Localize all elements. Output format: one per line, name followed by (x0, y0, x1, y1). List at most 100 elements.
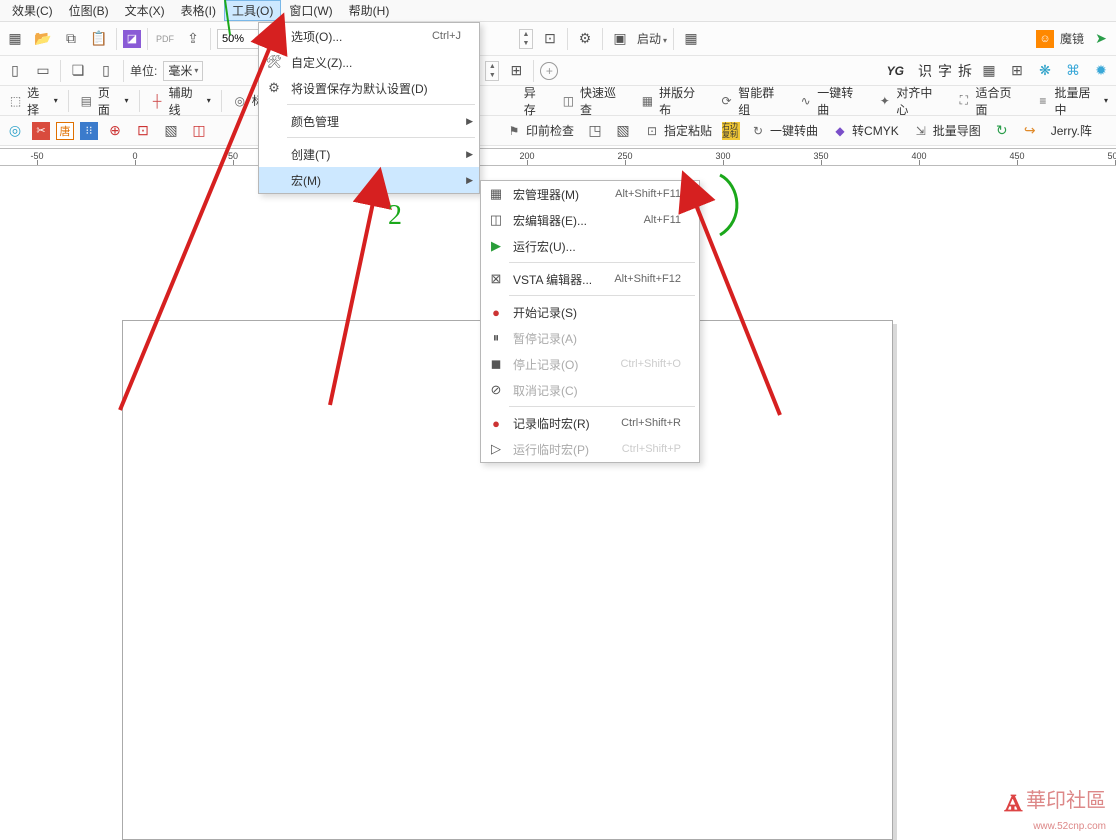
menu-custom[interactable]: 🛠 自定义(Z)... (259, 49, 479, 75)
sidecopy-icon[interactable]: 右边复制 (722, 122, 740, 140)
cmyk-btn[interactable]: ◆转CMYK (828, 120, 903, 141)
grid-icon[interactable]: ▦ (680, 28, 702, 50)
misc2-icon[interactable]: ◳ (584, 120, 606, 142)
menu-color-mgmt[interactable]: 颜色管理▶ (259, 108, 479, 134)
tang-icon[interactable]: 唐 (56, 122, 74, 140)
macro-start-rec[interactable]: ● 开始记录(S) (481, 299, 699, 325)
gear-icon[interactable]: ⚙ (574, 28, 596, 50)
spin-2[interactable]: ▲▼ (485, 61, 499, 81)
window-icon[interactable]: ▣ (609, 28, 631, 50)
manager-icon: ▦ (487, 185, 505, 203)
fitpage-btn[interactable]: ⛶适合页面 (952, 82, 1025, 120)
toolbar-plugins-1: ⬚选择▾ ▤页面▾ ┼辅助线▾ ◎标 异存 ◫快速巡查 ▦拼版分布 ⟳智能群组 … (0, 86, 1116, 116)
separator (509, 295, 695, 296)
target-icon[interactable]: ◎ (4, 120, 26, 142)
grid2-icon[interactable]: ⊞ (1006, 60, 1028, 82)
yg-s2[interactable]: 字 (938, 61, 952, 81)
quick-btn[interactable]: ◫快速巡查 (557, 82, 630, 120)
menu-text[interactable]: 文本(X) (117, 0, 173, 21)
curve-btn[interactable]: ∿一键转曲 (794, 82, 867, 120)
pages-icon[interactable]: ❏ (67, 60, 89, 82)
macro-run[interactable]: ▶ 运行宏(U)... (481, 233, 699, 259)
cut-icon[interactable]: ✂ (32, 122, 50, 140)
menu-effects[interactable]: 效果(C) (4, 0, 61, 21)
layout-btn[interactable]: ▦拼版分布 (636, 82, 709, 120)
spin-1[interactable]: ▲▼ (519, 29, 533, 49)
wrench-icon: 🛠 (265, 53, 283, 71)
menu-bitmap[interactable]: 位图(B) (61, 0, 117, 21)
play2-icon: ▷ (487, 440, 505, 458)
watermark-url: www.52cnp.com (1033, 821, 1106, 832)
save-btn[interactable]: 异存 (520, 82, 551, 120)
guide-btn[interactable]: ┼辅助线▾ (146, 82, 215, 120)
editor-icon: ◫ (487, 211, 505, 229)
yg-s1[interactable]: 识 (918, 61, 932, 81)
yg-label[interactable]: YG (887, 64, 904, 78)
menu-window[interactable]: 窗口(W) (281, 0, 340, 21)
page-portrait-icon[interactable]: ▯ (4, 60, 26, 82)
align-icon[interactable]: ⊞ (505, 60, 527, 82)
menu-help[interactable]: 帮助(H) (341, 0, 398, 21)
export-btn[interactable]: ⇲批量导图 (909, 120, 985, 141)
open-icon[interactable]: 📂 (32, 28, 54, 50)
export-icon[interactable]: ⇪ (182, 28, 204, 50)
new-icon[interactable]: ▦ (4, 28, 26, 50)
purple-plugin-icon[interactable]: ◪ (123, 30, 141, 48)
macro-editor[interactable]: ◫ 宏编辑器(E)...Alt+F11 (481, 207, 699, 233)
paste-icon[interactable]: 📋 (88, 28, 110, 50)
center-btn[interactable]: ✦对齐中心 (873, 82, 946, 120)
misc-icon[interactable]: ▧ (160, 120, 182, 142)
reg3-icon[interactable]: ◫ (188, 120, 210, 142)
menu-save-default[interactable]: ⚙ 将设置保存为默认设置(D) (259, 75, 479, 101)
pdf-icon[interactable]: PDF (154, 28, 176, 50)
reg-icon[interactable]: ⊕ (104, 120, 126, 142)
gear2-icon[interactable]: ✹ (1090, 60, 1112, 82)
rings-icon[interactable]: ⌘ (1062, 60, 1084, 82)
menu-create[interactable]: 创建(T)▶ (259, 141, 479, 167)
copy-icon[interactable]: ⧉ (60, 28, 82, 50)
chevron-right-icon: ▶ (466, 175, 473, 186)
vsta-icon: ⊠ (487, 270, 505, 288)
code-icon[interactable]: ⁝⁝ (80, 122, 98, 140)
pause-icon: ⏸ (487, 329, 505, 347)
macro-submenu: ▦ 宏管理器(M)Alt+Shift+F11 ◫ 宏编辑器(E)...Alt+F… (480, 180, 700, 463)
magic-mirror-label[interactable]: 魔镜 (1060, 30, 1084, 47)
batch-btn[interactable]: ≡批量居中▾ (1031, 82, 1112, 120)
group-btn[interactable]: ⟳智能群组 (715, 82, 788, 120)
flower-icon[interactable]: ❋ (1034, 60, 1056, 82)
watermark-name: 華印社區 (1026, 790, 1106, 812)
separator (509, 406, 695, 407)
add-icon[interactable]: + (540, 62, 558, 80)
macro-manager[interactable]: ▦ 宏管理器(M)Alt+Shift+F11 (481, 181, 699, 207)
grid1-icon[interactable]: ▦ (978, 60, 1000, 82)
magic-mirror-icon[interactable]: ☺ (1036, 30, 1054, 48)
preflight-btn[interactable]: ⚑印前检查 (502, 120, 578, 141)
refresh-icon[interactable]: ↻ (991, 120, 1013, 142)
macro-vsta[interactable]: ⊠ VSTA 编辑器...Alt+Shift+F12 (481, 266, 699, 292)
jerry-btn[interactable]: Jerry.阵 (1047, 120, 1096, 141)
macro-temp[interactable]: ● 记录临时宏(R)Ctrl+Shift+R (481, 410, 699, 436)
redo-icon[interactable]: ↪ (1019, 120, 1041, 142)
tools-menu: ⚙ 选项(O)...Ctrl+J 🛠 自定义(Z)... ⚙ 将设置保存为默认设… (258, 22, 480, 194)
menu-macros[interactable]: 宏(M)▶ (259, 167, 479, 193)
snap-icon[interactable]: ⊡ (539, 28, 561, 50)
reg2-icon[interactable]: ⊡ (132, 120, 154, 142)
send-icon[interactable]: ➤ (1090, 28, 1112, 50)
page-single-icon[interactable]: ▯ (95, 60, 117, 82)
select-btn[interactable]: ⬚选择▾ (4, 82, 62, 120)
page-btn[interactable]: ▤页面▾ (75, 82, 133, 120)
menu-table[interactable]: 表格(I) (173, 0, 224, 21)
misc3-icon[interactable]: ▧ (612, 120, 634, 142)
yg-s3[interactable]: 拆 (958, 61, 972, 81)
toolbar-plugins-2: ◎ ✂ 唐 ⁝⁝ ⊕ ⊡ ▧ ◫ ⚑印前检查 ◳ ▧ ⊡指定粘贴 右边复制 ↻一… (0, 116, 1116, 146)
page-landscape-icon[interactable]: ▭ (32, 60, 54, 82)
menu-tools[interactable]: 工具(O) (224, 0, 281, 21)
paste-btn[interactable]: ⊡指定粘贴 (640, 120, 716, 141)
launch-dropdown[interactable]: 启动 (637, 30, 667, 47)
macro-pause-rec: ⏸ 暂停记录(A) (481, 325, 699, 351)
menubar: 效果(C) 位图(B) 文本(X) 表格(I) 工具(O) 窗口(W) 帮助(H… (0, 0, 1116, 22)
macro-cancel-rec: ⊘ 取消记录(C) (481, 377, 699, 403)
units-dropdown[interactable]: 毫米 (163, 61, 203, 81)
menu-options[interactable]: ⚙ 选项(O)...Ctrl+J (259, 23, 479, 49)
curve2-btn[interactable]: ↻一键转曲 (746, 120, 822, 141)
